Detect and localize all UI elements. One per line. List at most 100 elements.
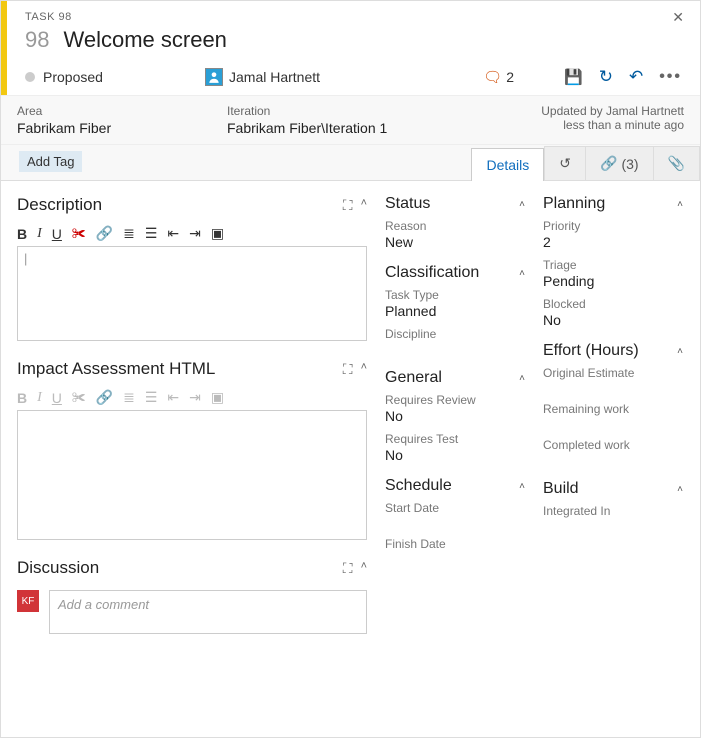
tab-details[interactable]: Details (471, 148, 544, 181)
updated-when: less than a minute ago (496, 118, 684, 132)
impact-title: Impact Assessment HTML (17, 359, 215, 379)
maximize-icon[interactable]: ⛶ (343, 197, 353, 214)
title-row: 98 Welcome screen (25, 27, 682, 53)
collapse-icon[interactable]: ˄ (519, 373, 525, 384)
impact-header: Impact Assessment HTML ⛶ ˄ (17, 359, 367, 379)
triage-label: Triage (543, 258, 683, 272)
underline-button[interactable]: U (52, 226, 62, 242)
requires-test-field[interactable]: Requires Test No (385, 432, 525, 463)
current-user-avatar: KF (17, 590, 39, 612)
start-date-label: Start Date (385, 501, 525, 515)
tab-history[interactable]: ↺ (544, 146, 586, 180)
schedule-title: Schedule (385, 477, 452, 495)
triage-field[interactable]: Triage Pending (543, 258, 683, 289)
discipline-label: Discipline (385, 327, 525, 341)
tags-tabs-row: Add Tag Details ↺ 🔗 (3) 📎 (1, 145, 700, 181)
numbered-list-button[interactable]: ☰ (145, 389, 158, 406)
links-count: (3) (621, 156, 638, 172)
collapse-icon[interactable]: ˄ (677, 484, 683, 495)
work-item-title[interactable]: Welcome screen (63, 27, 226, 53)
discussion-input[interactable]: Add a comment (49, 590, 367, 634)
bold-button[interactable]: B (17, 226, 27, 242)
comments-indicator[interactable]: 🗨 2 (483, 68, 514, 86)
area-label: Area (17, 104, 195, 118)
completed-work-field[interactable]: Completed work (543, 438, 683, 452)
impact-editor[interactable] (17, 410, 367, 540)
finish-date-label: Finish Date (385, 537, 525, 551)
image-button[interactable]: ▣ (211, 225, 224, 242)
save-icon[interactable]: 💾 (564, 68, 583, 86)
close-icon[interactable]: ✕ (672, 9, 684, 26)
bold-button[interactable]: B (17, 390, 27, 406)
collapse-icon[interactable]: ˄ (677, 346, 683, 357)
integrated-in-field[interactable]: Integrated In (543, 504, 683, 518)
integrated-in-label: Integrated In (543, 504, 683, 518)
add-tag-button[interactable]: Add Tag (19, 151, 82, 172)
area-value: Fabrikam Fiber (17, 120, 195, 136)
italic-button[interactable]: I (37, 226, 42, 242)
link-button[interactable]: 🔗 (96, 225, 113, 242)
collapse-icon[interactable]: ˄ (519, 199, 525, 210)
description-toolbar: B I U ✀ 🔗 ≣ ☰ ⇤ ⇥ ▣ (17, 221, 367, 246)
refresh-icon[interactable]: ↻ (599, 67, 613, 87)
left-column: Description ⛶ ˄ B I U ✀ 🔗 ≣ ☰ ⇤ ⇥ ▣ | Im… (17, 195, 367, 721)
tab-links[interactable]: 🔗 (3) (586, 146, 654, 180)
reason-field[interactable]: Reason New (385, 219, 525, 250)
iteration-field[interactable]: Iteration Fabrikam Fiber\Iteration 1 (211, 96, 480, 144)
meta-row: Proposed Jamal Hartnett 🗨 2 💾 ↻ ↶ ••• (25, 67, 682, 95)
link-icon: 🔗 (600, 155, 617, 172)
collapse-icon[interactable]: ˄ (519, 268, 525, 279)
italic-button[interactable]: I (37, 390, 42, 406)
image-button[interactable]: ▣ (211, 389, 224, 406)
comments-count: 2 (506, 69, 514, 85)
remove-format-button[interactable]: ✀ (72, 389, 86, 406)
state-field[interactable]: Proposed (25, 69, 205, 85)
requires-review-label: Requires Review (385, 393, 525, 407)
planning-title: Planning (543, 195, 605, 213)
remove-format-button[interactable]: ✀ (72, 225, 86, 242)
work-item-id: 98 (25, 27, 49, 53)
middle-column: Status˄ Reason New Classification˄ Task … (385, 195, 525, 721)
indent-button[interactable]: ⇥ (189, 225, 201, 242)
link-button[interactable]: 🔗 (96, 389, 113, 406)
requires-review-field[interactable]: Requires Review No (385, 393, 525, 424)
underline-button[interactable]: U (52, 390, 62, 406)
more-actions-icon[interactable]: ••• (659, 68, 682, 86)
history-icon: ↺ (559, 155, 571, 172)
bullet-list-button[interactable]: ≣ (123, 225, 135, 242)
collapse-icon[interactable]: ˄ (361, 197, 367, 214)
bullet-list-button[interactable]: ≣ (123, 389, 135, 406)
right-column: Planning ˄ Priority 2 Triage Pending Bloc… (543, 195, 683, 721)
classification-title: Classification (385, 264, 479, 282)
indent-button[interactable]: ⇥ (189, 389, 201, 406)
collapse-icon[interactable]: ˄ (361, 361, 367, 378)
outdent-button[interactable]: ⇤ (167, 225, 179, 242)
area-field[interactable]: Area Fabrikam Fiber (1, 96, 211, 144)
collapse-icon[interactable]: ˄ (361, 560, 367, 577)
finish-date-field[interactable]: Finish Date (385, 537, 525, 551)
original-estimate-field[interactable]: Original Estimate (543, 366, 683, 380)
general-title: General (385, 369, 442, 387)
undo-icon[interactable]: ↶ (629, 67, 643, 87)
task-type-field[interactable]: Task Type Planned (385, 288, 525, 319)
numbered-list-button[interactable]: ☰ (145, 225, 158, 242)
blocked-field[interactable]: Blocked No (543, 297, 683, 328)
assignee-field[interactable]: Jamal Hartnett (205, 68, 483, 86)
assignee-avatar-icon (205, 68, 223, 86)
collapse-icon[interactable]: ˄ (519, 481, 525, 492)
task-type-value: Planned (385, 303, 525, 319)
updated-by: Updated by Jamal Hartnett (496, 104, 684, 118)
start-date-field[interactable]: Start Date (385, 501, 525, 515)
remaining-work-field[interactable]: Remaining work (543, 402, 683, 416)
priority-field[interactable]: Priority 2 (543, 219, 683, 250)
maximize-icon[interactable]: ⛶ (343, 560, 353, 577)
tab-attachments[interactable]: 📎 (654, 146, 700, 180)
maximize-icon[interactable]: ⛶ (343, 361, 353, 378)
collapse-icon[interactable]: ˄ (677, 199, 683, 210)
description-editor[interactable]: | (17, 246, 367, 341)
discipline-field[interactable]: Discipline (385, 327, 525, 341)
description-header: Description ⛶ ˄ (17, 195, 367, 215)
outdent-button[interactable]: ⇤ (167, 389, 179, 406)
description-title: Description (17, 195, 102, 215)
requires-review-value: No (385, 408, 525, 424)
